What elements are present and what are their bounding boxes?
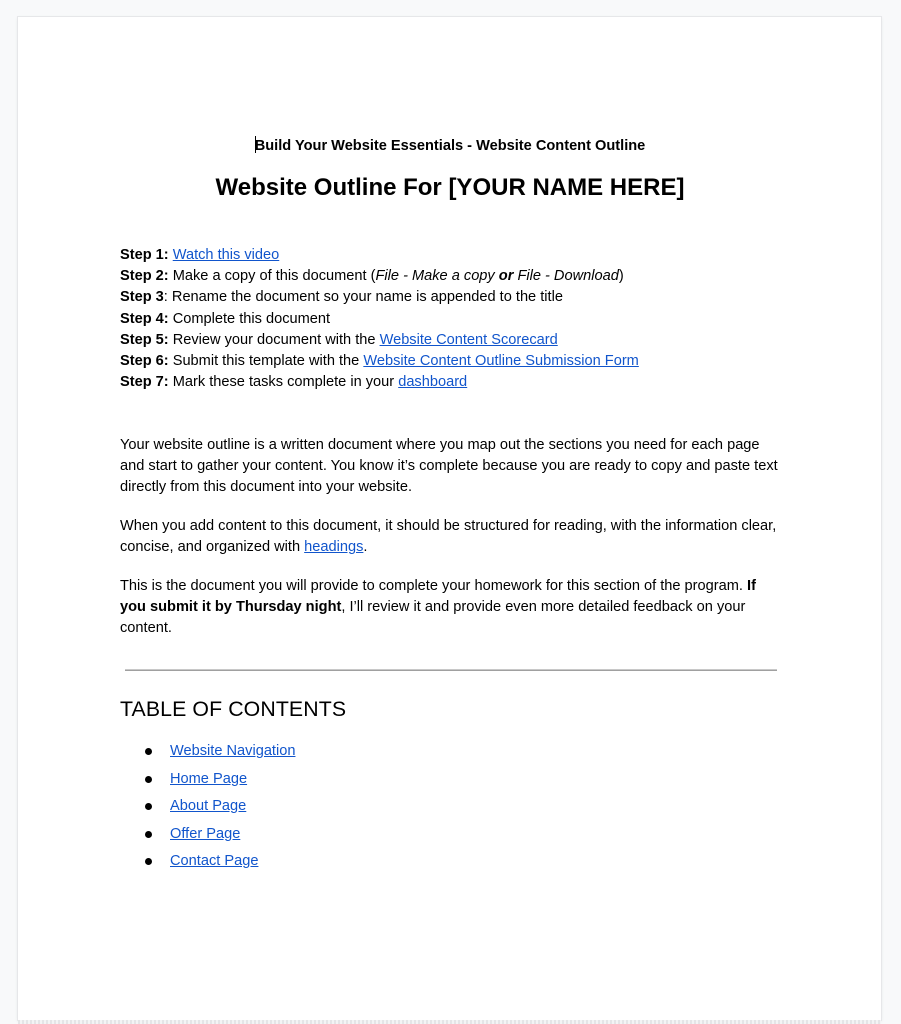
step-5: Step 5: Review your document with the We… [120, 331, 558, 348]
bullet-icon [145, 775, 152, 783]
submission-form-link[interactable]: Website Content Outline Submission Form [363, 353, 639, 369]
step-3: Step 3: Rename the document so your name… [120, 289, 563, 306]
scorecard-link[interactable]: Website Content Scorecard [380, 332, 558, 348]
toc-link[interactable]: Website Navigation [170, 743, 295, 759]
toc-item-contact-page: Contact Page [120, 851, 295, 879]
toc-item-home-page: Home Page [120, 769, 295, 797]
step-4: Step 4: Complete this document [120, 310, 331, 327]
step-1: Step 1: Watch this video [120, 245, 800, 266]
bullet-icon [145, 803, 152, 810]
headings-link[interactable]: headings [304, 539, 363, 555]
horizontal-divider [125, 669, 777, 671]
step-6: Step 6: Submit this template with the We… [120, 353, 639, 370]
page-bottom-edge [18, 1020, 881, 1024]
step-label: Step 4: [120, 310, 169, 327]
step-label: Step 7: [120, 374, 169, 391]
step-2: Step 2: Make a copy of this document (Fi… [120, 268, 624, 285]
toc-link[interactable]: Offer Page [170, 826, 240, 842]
homework-paragraph: This is the document you will provide to… [120, 578, 756, 637]
toc-heading: TABLE OF CONTENTS [120, 697, 347, 721]
step-label: Step 1: [120, 247, 169, 263]
bullet-icon [145, 858, 152, 865]
document-subtitle[interactable]: Build Your Website Essentials - Website … [120, 136, 780, 155]
toc-link[interactable]: About Page [170, 798, 246, 814]
bullet-icon [145, 830, 152, 838]
step-label: Step 5: [120, 331, 169, 348]
watch-video-link[interactable]: Watch this video [173, 247, 280, 263]
steps-list: Step 1: Watch this video Step 2: Make a … [120, 245, 800, 393]
step-label: Step 3 [120, 289, 164, 306]
dashboard-link[interactable]: dashboard [398, 374, 467, 390]
bullet-icon [145, 748, 152, 755]
toc-item-offer-page: Offer Page [120, 824, 295, 852]
step-label: Step 6: [120, 353, 169, 370]
step-7: Step 7: Mark these tasks complete in you… [120, 374, 468, 391]
structure-paragraph: When you add content to this document, i… [120, 518, 777, 556]
step-label: Step 2: [120, 268, 169, 285]
toc-link[interactable]: Contact Page [170, 853, 258, 869]
toc-link[interactable]: Home Page [170, 771, 247, 787]
document-title[interactable]: Website Outline For [YOUR NAME HERE] [120, 172, 780, 204]
toc-item-website-navigation: Website Navigation [120, 741, 295, 769]
toc-list: Website Navigation Home Page About Page … [120, 741, 295, 879]
toc-item-about-page: About Page [120, 796, 295, 824]
document-page: Build Your Website Essentials - Website … [18, 17, 881, 1020]
intro-paragraph: Your website outline is a written docume… [120, 437, 778, 496]
